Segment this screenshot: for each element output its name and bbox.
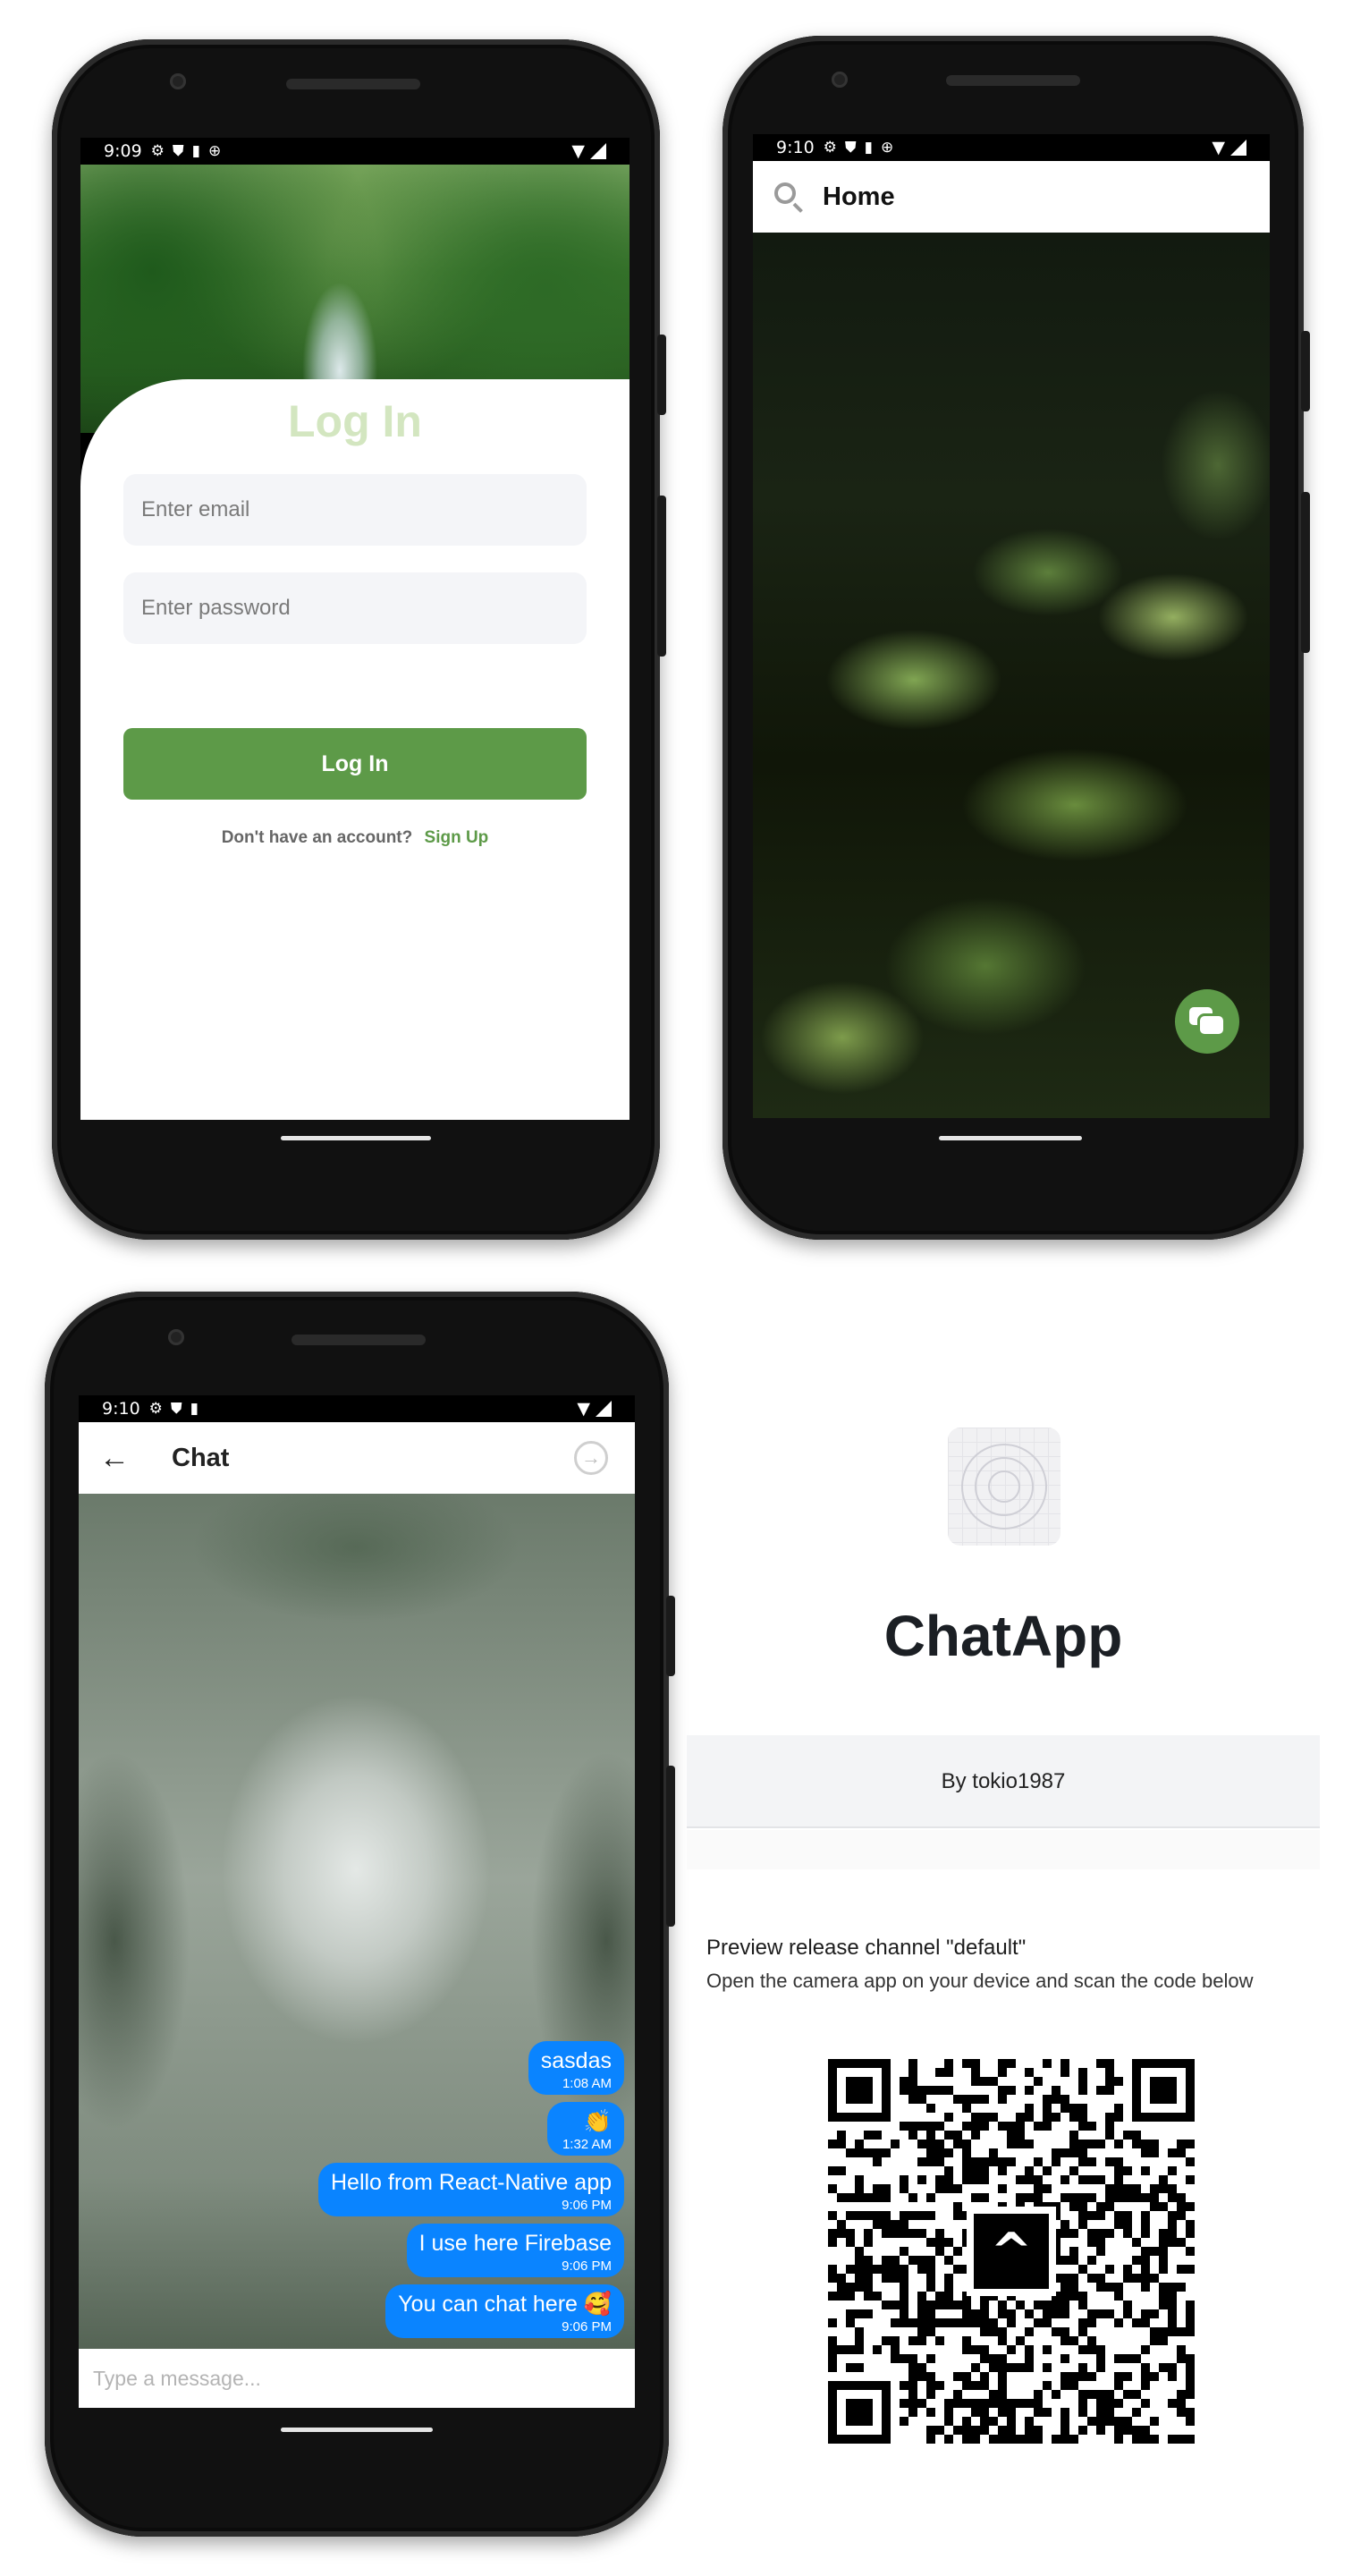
volume-button [657, 496, 666, 657]
volume-button [666, 1766, 675, 1927]
status-bar: 9:09 ⚙ ⛊ ▮ ⊕ ▼ [80, 138, 630, 165]
login-card: Log In Log In Don't have an account? Sig… [80, 379, 630, 1120]
earpiece-speaker [292, 1335, 426, 1345]
status-time: 9:09 [104, 141, 142, 161]
status-bar: 9:10 ⚙ ⛊ ▮ ⊕ ▼ [753, 134, 1270, 161]
divider-strip [687, 1830, 1320, 1869]
volume-button [1301, 492, 1310, 653]
message-text: sasdas [540, 2048, 612, 2073]
phone-login: 9:09 ⚙ ⛊ ▮ ⊕ ▼ Log In Log In Don't have … [52, 39, 666, 1240]
shield-status-icon: ⛊ [170, 1400, 182, 1418]
message-bubble[interactable]: I use here Firebase 9:06 PM [406, 2224, 624, 2277]
message-text: Hello from React-Native app [330, 2170, 612, 2195]
phone-home: 9:10 ⚙ ⛊ ▮ ⊕ ▼ Home [722, 36, 1310, 1240]
front-camera [832, 72, 848, 88]
jungle-background-image [753, 233, 1270, 1118]
page-title: Home [823, 182, 895, 211]
signup-prompt: Don't have an account? [221, 828, 413, 847]
front-camera [168, 1329, 184, 1345]
message-text: I use here Firebase [418, 2231, 612, 2256]
login-title: Log In [288, 396, 422, 446]
search-icon[interactable] [773, 181, 805, 213]
login-screen: 9:09 ⚙ ⛊ ▮ ⊕ ▼ Log In Log In Don't have … [80, 138, 630, 1120]
status-bar: 9:10 ⚙ ⛊ ▮ ▼ [79, 1395, 635, 1422]
back-arrow-icon[interactable]: ← [79, 1422, 150, 1494]
password-field[interactable] [123, 572, 587, 644]
settings-status-icon: ⚙ [150, 142, 165, 160]
message-bubble[interactable]: Hello from React-Native app 9:06 PM [317, 2163, 624, 2216]
message-input[interactable] [79, 2349, 635, 2408]
shield-status-icon: ⛊ [172, 142, 184, 160]
release-channel-text: Preview release channel "default" [706, 1936, 1027, 1960]
phone-chat: 9:10 ⚙ ⛊ ▮ ▼ ← Chat → sasdas 1:08 AM 👏 1… [45, 1292, 675, 2537]
message-time: 9:06 PM [562, 2198, 612, 2213]
wifi-status-icon: ▼ [577, 1399, 590, 1419]
signup-link[interactable]: Sign Up [425, 828, 489, 847]
earpiece-speaker [286, 79, 420, 89]
power-button [1301, 331, 1310, 411]
signup-prompt-line: Don't have an account? Sign Up [80, 828, 630, 848]
home-indicator [281, 1136, 431, 1140]
login-button[interactable]: Log In [123, 728, 587, 800]
power-button [666, 1596, 675, 1676]
expo-logo-icon: ^ [967, 2207, 1056, 2296]
expo-preview-panel: ChatApp By tokio1987 Preview release cha… [687, 1395, 1320, 2469]
power-button [657, 335, 666, 415]
email-field[interactable] [123, 474, 587, 546]
home-indicator [281, 2428, 433, 2432]
settings-status-icon: ⚙ [823, 139, 837, 157]
sd-card-status-icon: ▮ [864, 139, 874, 157]
chat-header: ← Chat → [79, 1422, 635, 1494]
settings-status-icon: ⚙ [148, 1400, 163, 1418]
signal-status-icon [590, 143, 606, 159]
qr-code[interactable]: ^ [828, 2059, 1195, 2444]
message-text: 👏 [583, 2109, 612, 2134]
sync-status-icon: ⊕ [881, 139, 894, 157]
message-bubble[interactable]: 👏 1:32 AM [547, 2102, 624, 2156]
message-time: 9:06 PM [562, 2258, 612, 2274]
message-text: You can chat here 🥰 [398, 2292, 612, 2317]
app-name: ChatApp [883, 1604, 1123, 1668]
message-time: 1:32 AM [562, 2137, 612, 2152]
earpiece-speaker [946, 75, 1080, 86]
sd-card-status-icon: ▮ [190, 1400, 199, 1418]
page-title: Chat [172, 1443, 230, 1472]
logout-icon[interactable]: → [574, 1441, 608, 1475]
author-band: By tokio1987 [687, 1735, 1320, 1828]
misty-forest-background-image: sasdas 1:08 AM 👏 1:32 AM Hello from Reac… [79, 1494, 635, 2349]
front-camera [170, 73, 186, 89]
chat-icon [1189, 1007, 1225, 1036]
message-time: 1:08 AM [562, 2076, 612, 2091]
status-time: 9:10 [776, 138, 815, 157]
app-icon [948, 1428, 1060, 1546]
message-bubble[interactable]: You can chat here 🥰 9:06 PM [385, 2284, 624, 2338]
scan-instructions: Open the camera app on your device and s… [706, 1970, 1254, 1992]
wifi-status-icon: ▼ [571, 141, 585, 161]
signal-status-icon [1230, 140, 1246, 156]
message-time: 9:06 PM [562, 2319, 612, 2334]
home-indicator [939, 1136, 1082, 1140]
search-bar[interactable]: Home [753, 161, 1270, 233]
sync-status-icon: ⊕ [208, 142, 222, 160]
signal-status-icon [596, 1401, 612, 1417]
home-screen: 9:10 ⚙ ⛊ ▮ ⊕ ▼ Home [753, 134, 1270, 1118]
message-bubble[interactable]: sasdas 1:08 AM [528, 2041, 624, 2095]
status-time: 9:10 [102, 1399, 140, 1419]
message-list: sasdas 1:08 AM 👏 1:32 AM Hello from Reac… [317, 2041, 624, 2338]
shield-status-icon: ⛊ [844, 139, 857, 157]
sd-card-status-icon: ▮ [191, 142, 201, 160]
chat-screen: 9:10 ⚙ ⛊ ▮ ▼ ← Chat → sasdas 1:08 AM 👏 1… [79, 1395, 635, 2408]
open-chat-button[interactable] [1175, 989, 1239, 1054]
wifi-status-icon: ▼ [1212, 138, 1225, 157]
